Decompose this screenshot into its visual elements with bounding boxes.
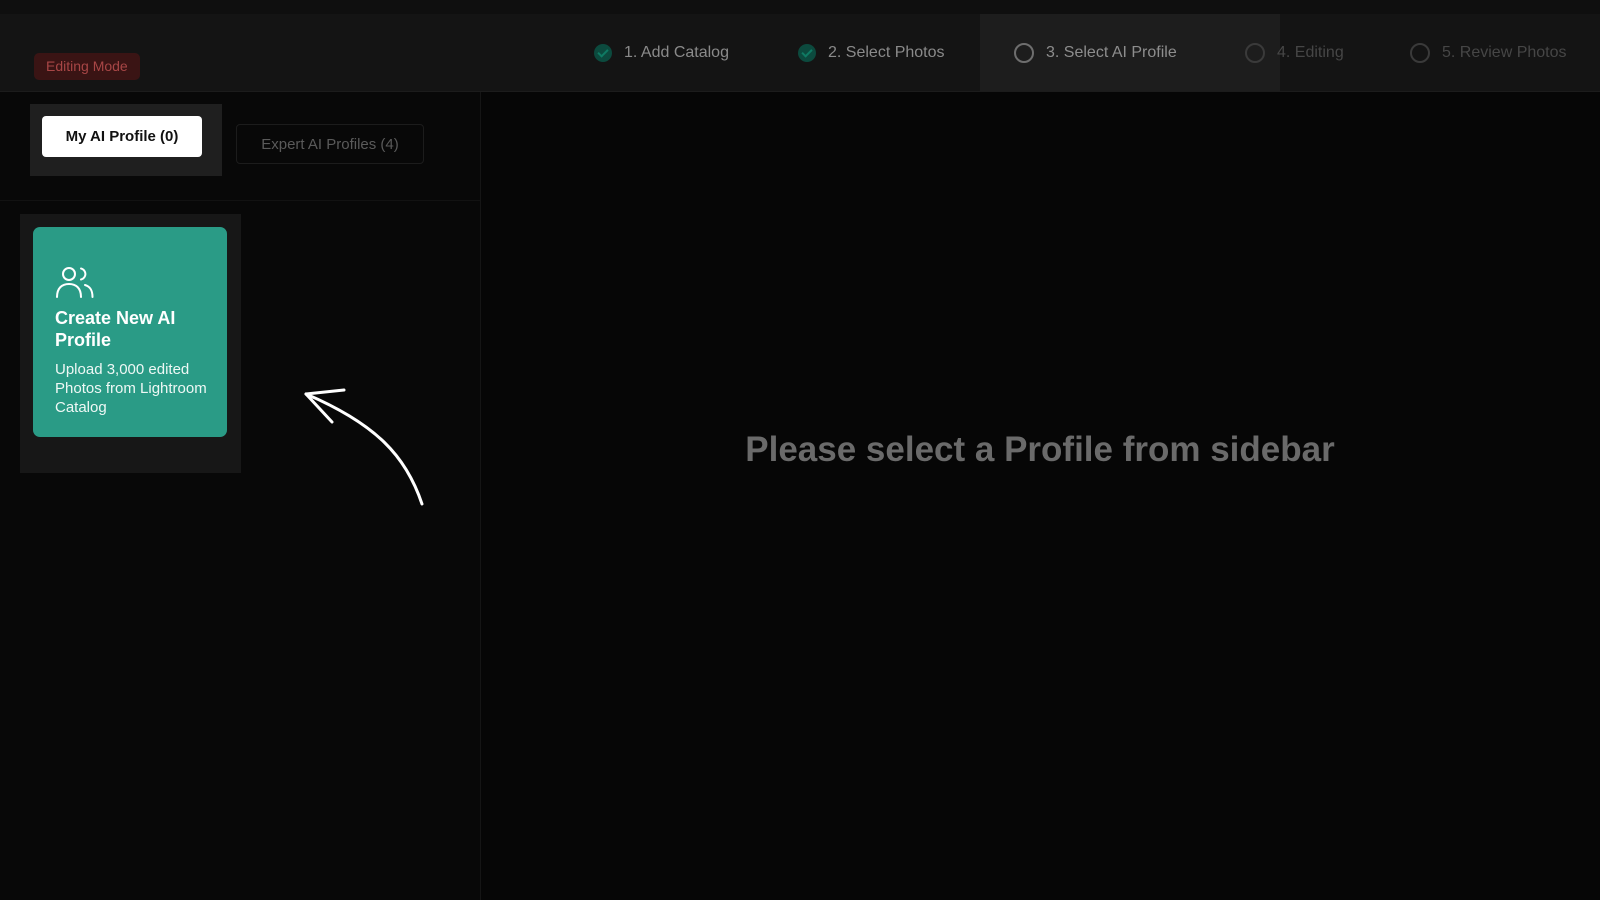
step-label: 4. Editing [1277,43,1344,61]
users-icon [56,267,94,298]
tab-my-ai-profile[interactable]: My AI Profile (0) [42,116,202,157]
card-description: Upload 3,000 edited Photos from Lightroo… [55,361,207,416]
step-review-photos[interactable]: 5. Review Photos [1410,14,1567,91]
step-label: 1. Add Catalog [624,43,729,61]
profile-tabs: My AI Profile (0) Expert AI Profiles (4) [0,92,480,201]
window-top-strip [0,0,1600,14]
arrow-pointer-icon [304,388,424,506]
circle-icon [1014,42,1034,63]
step-select-ai-profile[interactable]: 3. Select AI Profile [980,14,1280,91]
step-editing[interactable]: 4. Editing [1245,14,1344,91]
card-title: Create New AI Profile [55,308,176,350]
check-circle-icon [594,43,612,62]
tab-expert-ai-profiles[interactable]: Expert AI Profiles (4) [236,124,424,164]
step-label: 3. Select AI Profile [1046,43,1177,61]
sidebar: My AI Profile (0) Expert AI Profiles (4)… [0,92,481,900]
check-circle-icon [798,43,816,62]
profile-list: Create New AI Profile Upload 3,000 edite… [20,214,241,473]
step-label: 2. Select Photos [828,43,945,61]
step-add-catalog[interactable]: 1. Add Catalog [594,14,729,91]
circle-icon [1410,42,1430,63]
create-new-ai-profile-card[interactable]: Create New AI Profile Upload 3,000 edite… [33,227,227,437]
step-progress: 1. Add Catalog 2. Select Photos 3. Selec… [0,14,1600,91]
step-label: 5. Review Photos [1442,43,1567,61]
circle-icon [1245,42,1265,63]
step-select-photos[interactable]: 2. Select Photos [798,14,945,91]
app-header: Editing Mode 1. Add Catalog 2. Select Ph… [0,14,1600,92]
empty-state-message: Please select a Profile from sidebar [745,430,1335,469]
active-tab-frame: My AI Profile (0) [30,104,222,176]
